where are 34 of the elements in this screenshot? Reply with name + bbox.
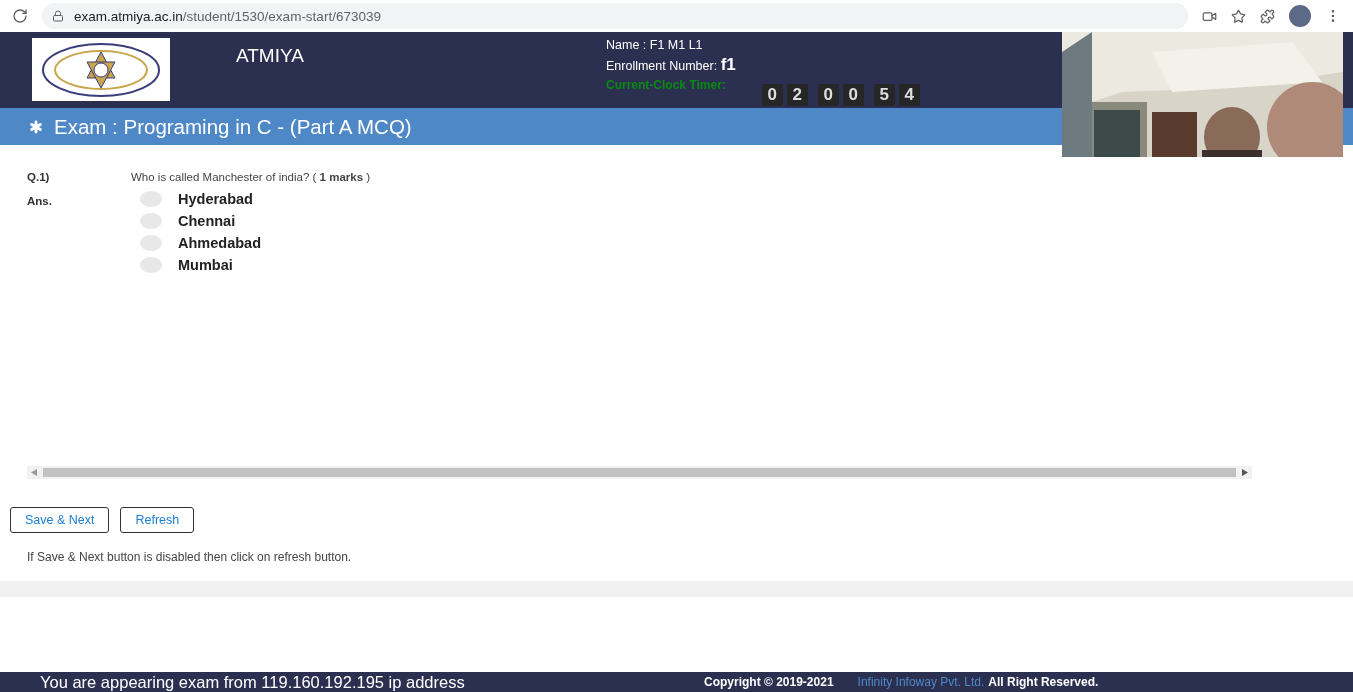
question-text: Who is called Manchester of india? ( 1 marks ) bbox=[131, 171, 371, 183]
timer-digit: 4 bbox=[898, 84, 920, 106]
university-seal-icon bbox=[41, 41, 161, 98]
question-number: Q.1) bbox=[27, 171, 51, 183]
timer-label: Current-Clock Timer: bbox=[606, 78, 726, 92]
timer-digit: 0 bbox=[761, 84, 783, 106]
scroll-right-icon[interactable] bbox=[1242, 469, 1248, 476]
star-icon[interactable] bbox=[1231, 8, 1246, 24]
answer-label: Ans. bbox=[27, 194, 53, 209]
answer-option[interactable]: Hyderabad bbox=[140, 191, 261, 207]
company-link[interactable]: Infinity Infoway Pvt. Ltd. bbox=[857, 675, 985, 689]
timer-digit: 0 bbox=[817, 84, 839, 106]
answer-option[interactable]: Ahmedabad bbox=[140, 235, 261, 251]
horizontal-scrollbar[interactable] bbox=[27, 466, 1252, 479]
profile-avatar[interactable] bbox=[1289, 5, 1311, 27]
extensions-icon[interactable] bbox=[1260, 8, 1275, 24]
answer-option[interactable]: Chennai bbox=[140, 213, 261, 229]
timer-digit: 2 bbox=[786, 84, 808, 106]
timer-digit: 5 bbox=[873, 84, 895, 106]
answer-option[interactable]: Mumbai bbox=[140, 257, 261, 273]
refresh-button[interactable]: Refresh bbox=[120, 507, 195, 533]
timer-digit: 0 bbox=[842, 84, 864, 106]
address-bar[interactable]: exam.atmiya.ac.in/student/1530/exam-start/673039 bbox=[42, 3, 1188, 29]
site-name: ATMIYA bbox=[236, 45, 305, 67]
enrollment-number: Enrollment Number: f1 bbox=[606, 55, 737, 75]
lock-icon bbox=[52, 10, 64, 22]
exam-title: Exam : Programing in C - (Part A MCQ) bbox=[54, 114, 412, 139]
save-next-button[interactable]: Save & Next bbox=[10, 507, 110, 533]
reload-icon[interactable] bbox=[12, 8, 28, 24]
ip-notice: You are appearing exam from 119.160.192.195 ip address bbox=[40, 672, 466, 692]
help-note: If Save & Next button is disabled then click on refresh button. bbox=[27, 550, 353, 564]
rights-text: All Right Reserved. bbox=[988, 675, 1099, 689]
student-name: Name : F1 M1 L1 bbox=[606, 38, 704, 52]
copyright-text: Copyright © 2019-2021 bbox=[704, 675, 834, 689]
